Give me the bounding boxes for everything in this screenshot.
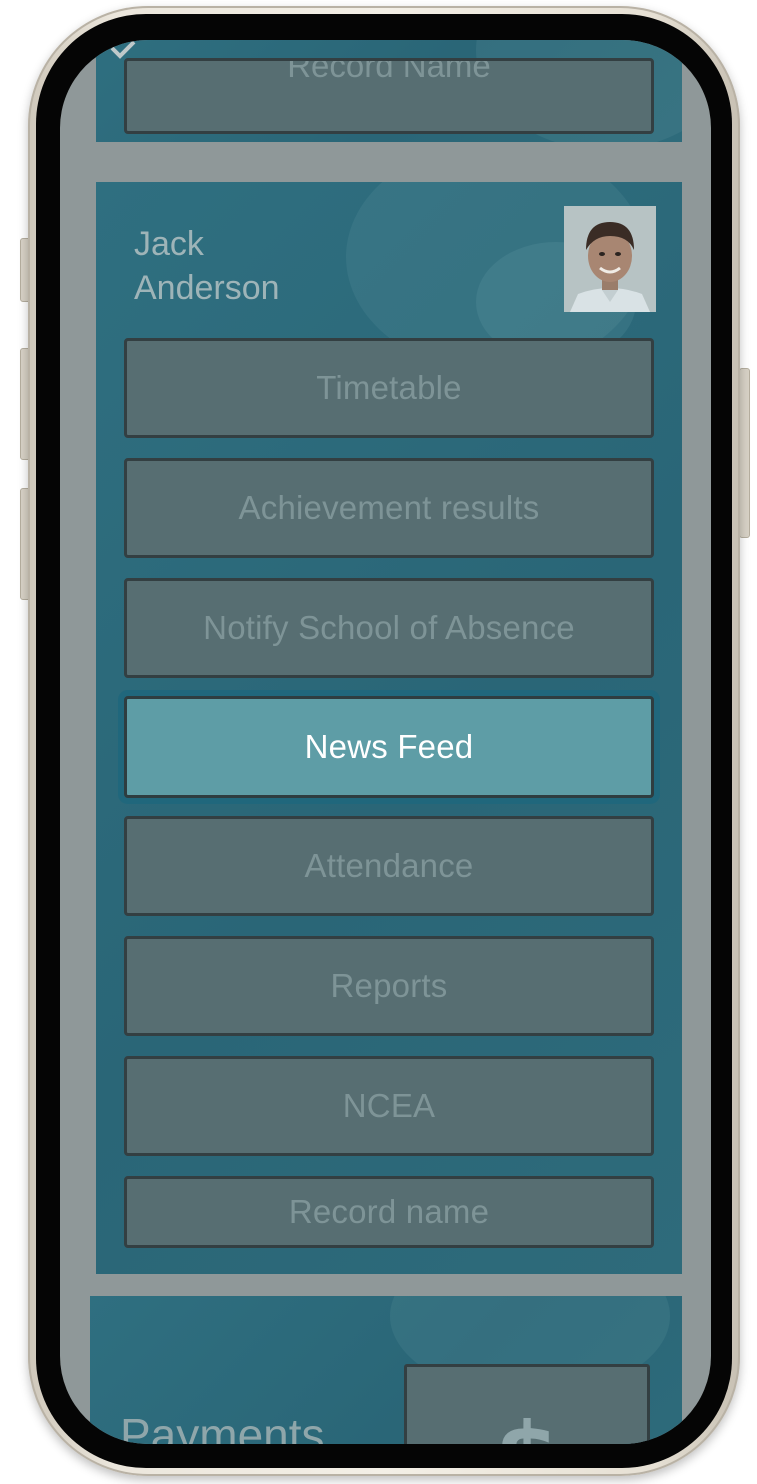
- timetable-label: Timetable: [316, 369, 462, 406]
- phone-mockup: Record Name Jack Anderson Timetable Achi…: [0, 0, 757, 1484]
- previous-record-card: Record Name: [96, 40, 682, 142]
- record-name-button[interactable]: Record name: [124, 1176, 654, 1248]
- achievement-results-label: Achievement results: [238, 489, 540, 526]
- payments-card[interactable]: Payments $: [90, 1296, 682, 1444]
- avatar[interactable]: [564, 206, 656, 312]
- student-card: Jack Anderson Timetable Achievement resu…: [96, 182, 682, 1274]
- reports-label: Reports: [330, 967, 448, 1004]
- attendance-label: Attendance: [304, 847, 474, 884]
- app-screen[interactable]: Record Name Jack Anderson Timetable Achi…: [60, 40, 711, 1444]
- payments-button[interactable]: $: [404, 1364, 650, 1444]
- notify-absence-label: Notify School of Absence: [203, 609, 575, 646]
- news-feed-label: News Feed: [304, 728, 474, 765]
- attendance-button[interactable]: Attendance: [124, 816, 654, 916]
- check-icon: [110, 40, 136, 59]
- student-first-name: Jack: [134, 225, 204, 263]
- news-feed-button[interactable]: News Feed: [124, 696, 654, 798]
- reports-button[interactable]: Reports: [124, 936, 654, 1036]
- student-name: Jack Anderson: [134, 222, 394, 310]
- record-name-button-top[interactable]: Record Name: [124, 58, 654, 134]
- student-last-name: Anderson: [134, 269, 280, 307]
- student-avatar-photo: [564, 206, 656, 312]
- notify-absence-button[interactable]: Notify School of Absence: [124, 578, 654, 678]
- timetable-button[interactable]: Timetable: [124, 338, 654, 438]
- record-name-label-top: Record Name: [287, 58, 491, 84]
- payments-label: Payments: [120, 1409, 325, 1444]
- ncea-label: NCEA: [342, 1087, 436, 1124]
- record-name-label: Record name: [288, 1193, 490, 1230]
- ncea-button[interactable]: NCEA: [124, 1056, 654, 1156]
- achievement-results-button[interactable]: Achievement results: [124, 458, 654, 558]
- power-button: [739, 368, 750, 538]
- dollar-icon: $: [407, 1403, 647, 1444]
